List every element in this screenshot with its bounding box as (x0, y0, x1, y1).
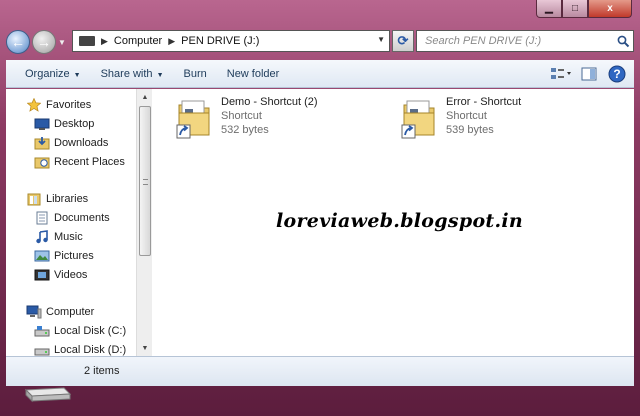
navigation-pane[interactable]: Favorites Desktop Downloads Recent Place… (6, 89, 136, 356)
back-arrow-icon: ← (11, 34, 25, 50)
address-dropdown-icon[interactable]: ▼ (377, 35, 385, 44)
chevron-right-icon[interactable]: ▶ (101, 36, 108, 47)
desktop-icon (34, 116, 50, 132)
new-folder-button[interactable]: New folder (217, 68, 290, 80)
nav-documents[interactable]: Documents (34, 209, 110, 227)
nav-desktop[interactable]: Desktop (34, 115, 94, 133)
computer-icon (26, 304, 42, 320)
music-icon (34, 229, 50, 245)
recent-places-icon (34, 154, 50, 170)
star-icon (26, 97, 42, 113)
usb-drive-icon (24, 387, 72, 403)
search-box[interactable]: Search PEN DRIVE (J:) (416, 30, 634, 52)
nav-label: Computer (46, 306, 95, 318)
refresh-icon: ⟳ (397, 33, 409, 48)
file-name: Demo - Shortcut (2) (221, 96, 318, 108)
videos-icon (34, 267, 50, 283)
chevron-right-icon[interactable]: ▶ (168, 36, 175, 47)
navigation-bar: ← → ▼ ▶ Computer ▶ PEN DRIVE (J:) ▼ ⟳ Se… (6, 26, 634, 58)
item-count: 2 items (84, 365, 120, 377)
nav-label: Desktop (54, 118, 95, 130)
libraries-icon (26, 191, 42, 207)
view-icon (551, 68, 571, 79)
nav-label: Videos (54, 269, 88, 281)
file-size: 532 bytes (221, 124, 269, 136)
file-type: Shortcut (446, 110, 487, 122)
folder-shortcut-icon (400, 95, 440, 141)
burn-button[interactable]: Burn (174, 68, 217, 80)
address-bar[interactable]: ▶ Computer ▶ PEN DRIVE (J:) ▼ (72, 30, 390, 52)
maximize-button[interactable]: □ (562, 0, 588, 18)
navigation-scrollbar[interactable]: ▲ ▼ (136, 89, 152, 356)
caption-buttons: ▁ □ x (536, 0, 632, 19)
chevron-down-icon: ▼ (156, 71, 164, 79)
folder-shortcut-icon (175, 95, 215, 141)
forward-arrow-icon: → (37, 34, 51, 50)
file-item[interactable]: Demo - Shortcut (2) Shortcut 532 bytes (175, 95, 375, 141)
scroll-up-icon[interactable]: ▲ (137, 89, 153, 105)
nav-label: Local Disk (D:) (54, 344, 127, 356)
svg-text:?: ? (613, 67, 620, 81)
local-disk-icon (34, 323, 50, 339)
nav-videos[interactable]: Videos (34, 266, 87, 284)
breadcrumb-computer[interactable]: Computer (114, 35, 162, 47)
details-pane: 2 items (6, 356, 634, 386)
file-type: Shortcut (221, 110, 262, 122)
nav-recent-places[interactable]: Recent Places (34, 153, 125, 171)
nav-libraries[interactable]: Libraries (26, 190, 88, 208)
nav-local-disk-c[interactable]: Local Disk (C:) (34, 322, 126, 340)
close-button[interactable]: x (588, 0, 632, 18)
search-input[interactable]: Search PEN DRIVE (J:) (417, 35, 613, 47)
view-options-button[interactable] (550, 64, 572, 84)
nav-label: Favorites (46, 99, 92, 111)
recent-pages-dropdown[interactable]: ▼ (58, 38, 68, 47)
nav-label: Downloads (54, 137, 109, 149)
command-bar: Organize ▼ Share with ▼ Burn New folder ? (6, 60, 634, 88)
local-disk-icon (34, 342, 50, 356)
nav-music[interactable]: Music (34, 228, 83, 246)
back-button[interactable]: ← (6, 30, 30, 54)
nav-label: Pictures (54, 250, 94, 262)
downloads-icon (34, 135, 50, 151)
preview-pane-button[interactable] (578, 64, 600, 84)
nav-label: Music (54, 231, 83, 243)
blog-watermark: loreviaweb.blogspot.in (276, 210, 524, 232)
search-icon[interactable] (613, 35, 633, 48)
nav-local-disk-d[interactable]: Local Disk (D:) (34, 341, 126, 356)
help-button[interactable]: ? (606, 64, 628, 84)
nav-label: Local Disk (C:) (54, 325, 127, 337)
documents-icon (34, 210, 50, 226)
organize-button[interactable]: Organize ▼ (6, 68, 91, 80)
breadcrumb-pen-drive[interactable]: PEN DRIVE (J:) (181, 35, 259, 47)
nav-label: Libraries (46, 193, 89, 205)
share-with-label: Share with (100, 67, 153, 80)
forward-button[interactable]: → (32, 30, 56, 54)
organize-label: Organize (25, 67, 70, 80)
drive-icon (79, 36, 95, 46)
scrollbar-thumb[interactable] (139, 106, 151, 256)
help-icon: ? (608, 65, 626, 83)
nav-pictures[interactable]: Pictures (34, 247, 94, 265)
refresh-button[interactable]: ⟳ (392, 30, 414, 52)
nav-downloads[interactable]: Downloads (34, 134, 108, 152)
chevron-down-icon: ▼ (73, 71, 81, 79)
minimize-button[interactable]: ▁ (536, 0, 562, 18)
scroll-down-icon[interactable]: ▼ (137, 340, 153, 356)
nav-favorites[interactable]: Favorites (26, 96, 91, 114)
file-item[interactable]: Error - Shortcut Shortcut 539 bytes (400, 95, 600, 141)
nav-label: Documents (54, 212, 110, 224)
nav-label: Recent Places (54, 156, 125, 168)
preview-pane-icon (581, 67, 597, 81)
file-size: 539 bytes (446, 124, 494, 136)
file-name: Error - Shortcut (446, 96, 522, 108)
nav-computer[interactable]: Computer (26, 303, 94, 321)
pictures-icon (34, 248, 50, 264)
share-with-button[interactable]: Share with ▼ (91, 68, 174, 80)
